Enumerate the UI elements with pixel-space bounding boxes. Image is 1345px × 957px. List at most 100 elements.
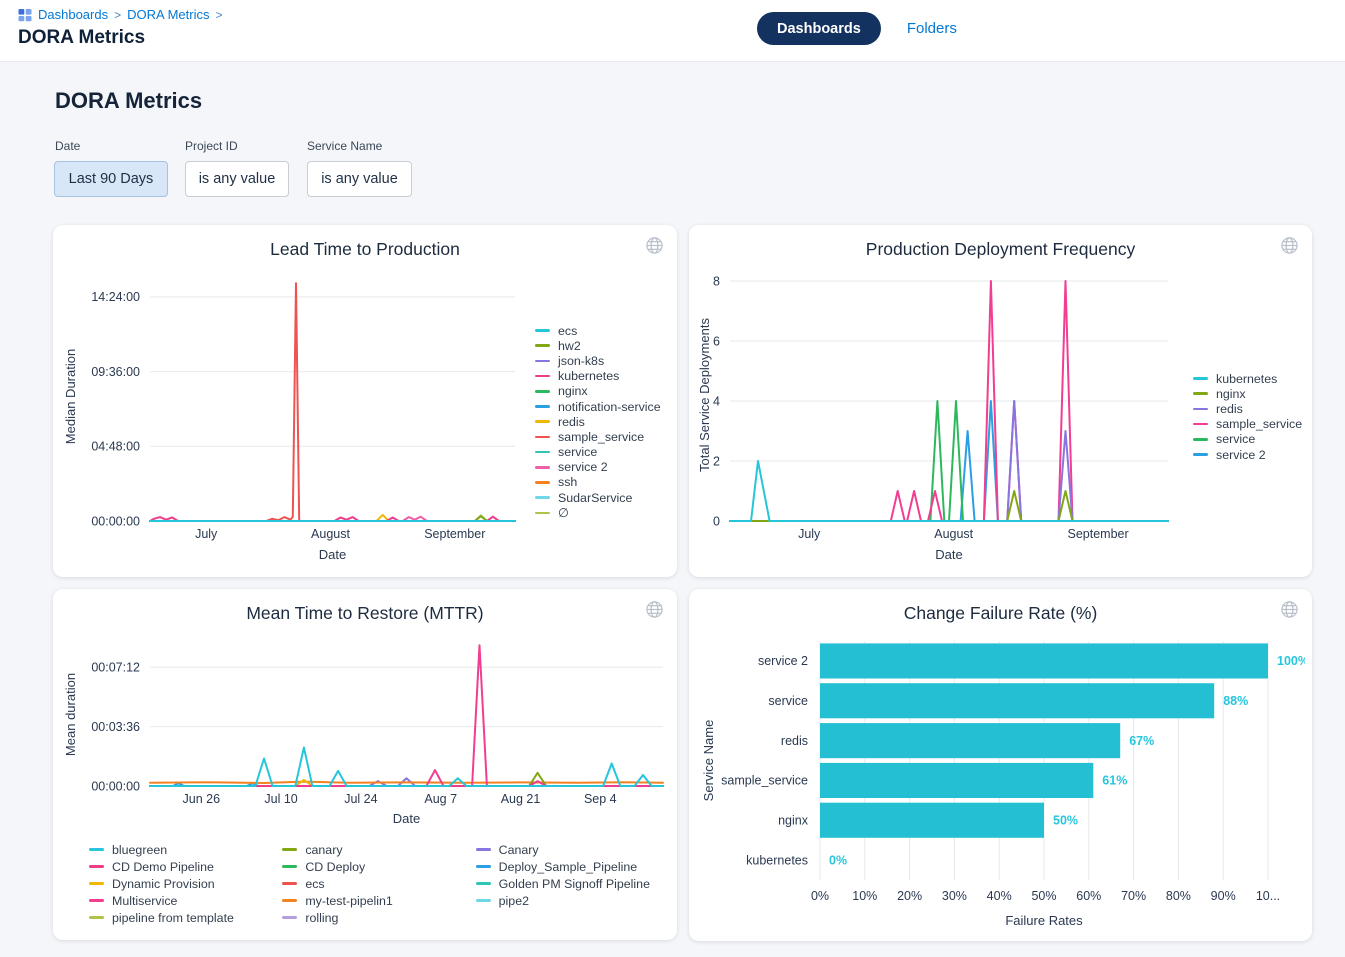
legend-label: sample_service bbox=[1216, 417, 1302, 431]
legend-swatch-icon bbox=[89, 848, 104, 851]
legend-item[interactable]: notification-service bbox=[535, 399, 661, 414]
legend-item[interactable]: sample_service bbox=[1193, 417, 1302, 432]
legend-label: nginx bbox=[1216, 387, 1246, 401]
legend-item[interactable]: kubernetes bbox=[1193, 371, 1302, 386]
svg-text:00:00:00: 00:00:00 bbox=[91, 779, 140, 793]
legend-label: SudarService bbox=[558, 491, 632, 505]
svg-text:Date: Date bbox=[319, 547, 346, 562]
svg-text:nginx: nginx bbox=[778, 814, 809, 828]
svg-text:Sep 4: Sep 4 bbox=[584, 792, 617, 806]
legend-item[interactable]: ssh bbox=[535, 475, 661, 490]
legend-label: hw2 bbox=[558, 339, 581, 353]
legend-swatch-icon bbox=[1193, 392, 1208, 395]
svg-text:service 2: service 2 bbox=[758, 654, 808, 668]
legend-item[interactable]: pipeline from template bbox=[89, 909, 279, 926]
globe-icon[interactable] bbox=[645, 236, 664, 260]
legend-label: bluegreen bbox=[112, 843, 167, 857]
legend-item[interactable]: Canary bbox=[476, 841, 666, 858]
svg-text:50%: 50% bbox=[1031, 889, 1056, 903]
legend-swatch-icon bbox=[282, 916, 297, 919]
legend-swatch-icon bbox=[89, 916, 104, 919]
change-failure-rate-chart[interactable]: 0%10%20%30%40%50%60%70%80%90%10...servic… bbox=[695, 635, 1305, 935]
svg-text:10%: 10% bbox=[852, 889, 877, 903]
breadcrumb: Dashboards > DORA Metrics > bbox=[18, 7, 222, 22]
legend-item[interactable]: sample_service bbox=[535, 429, 661, 444]
svg-text:6: 6 bbox=[713, 334, 720, 348]
svg-text:Median Duration: Median Duration bbox=[63, 349, 78, 444]
legend-item[interactable]: ecs bbox=[282, 875, 472, 892]
mttr-chart[interactable]: 00:00:0000:03:3600:07:12Jun 26Jul 10Jul … bbox=[61, 639, 673, 829]
deployment-frequency-chart[interactable]: 02468JulyAugustSeptemberDateTotal Servic… bbox=[695, 265, 1180, 565]
svg-text:August: August bbox=[311, 527, 350, 541]
svg-text:20%: 20% bbox=[897, 889, 922, 903]
svg-text:100%: 100% bbox=[1277, 654, 1305, 668]
svg-text:30%: 30% bbox=[942, 889, 967, 903]
legend-label: ecs bbox=[305, 877, 324, 891]
legend-item[interactable]: service bbox=[535, 445, 661, 460]
svg-text:Mean duration: Mean duration bbox=[63, 673, 78, 756]
legend-item[interactable]: Deploy_Sample_Pipeline bbox=[476, 858, 666, 875]
legend-item[interactable]: canary bbox=[282, 841, 472, 858]
legend-label: notification-service bbox=[558, 400, 661, 414]
svg-text:60%: 60% bbox=[1076, 889, 1101, 903]
legend-item[interactable]: ecs bbox=[535, 323, 661, 338]
legend-item[interactable]: pipe2 bbox=[476, 892, 666, 909]
legend-item[interactable]: Multiservice bbox=[89, 892, 279, 909]
svg-text:Jun 26: Jun 26 bbox=[183, 792, 221, 806]
svg-text:40%: 40% bbox=[987, 889, 1012, 903]
legend-item[interactable]: CD Deploy bbox=[282, 858, 472, 875]
svg-text:4: 4 bbox=[713, 394, 720, 408]
filter-project-id-button[interactable]: is any value bbox=[185, 161, 289, 197]
legend-item[interactable]: hw2 bbox=[535, 338, 661, 353]
legend-swatch-icon bbox=[535, 375, 550, 378]
globe-icon[interactable] bbox=[1280, 236, 1299, 260]
svg-text:Aug 21: Aug 21 bbox=[501, 792, 541, 806]
legend-label: Canary bbox=[499, 843, 539, 857]
svg-text:00:07:12: 00:07:12 bbox=[91, 661, 140, 675]
legend-item[interactable]: kubernetes bbox=[535, 369, 661, 384]
legend-item[interactable]: nginx bbox=[535, 384, 661, 399]
breadcrumb-link-dora-metrics[interactable]: DORA Metrics bbox=[127, 7, 209, 22]
legend-swatch-icon bbox=[535, 420, 550, 423]
legend-item[interactable]: Golden PM Signoff Pipeline bbox=[476, 875, 666, 892]
legend-item[interactable]: service bbox=[1193, 432, 1302, 447]
legend-label: pipe2 bbox=[499, 894, 529, 908]
legend-item[interactable]: SudarService bbox=[535, 490, 661, 505]
legend-item[interactable]: my-test-pipelin1 bbox=[282, 892, 472, 909]
lead-time-chart[interactable]: 00:00:0004:48:0009:36:0014:24:00JulyAugu… bbox=[61, 265, 531, 565]
legend-item[interactable]: bluegreen bbox=[89, 841, 279, 858]
legend-item[interactable]: CD Demo Pipeline bbox=[89, 858, 279, 875]
tab-folders[interactable]: Folders bbox=[907, 20, 957, 37]
top-header: Dashboards > DORA Metrics > DORA Metrics… bbox=[0, 0, 1345, 62]
svg-text:Total Service Deployments: Total Service Deployments bbox=[697, 318, 712, 472]
svg-text:61%: 61% bbox=[1102, 774, 1127, 788]
legend-item[interactable]: service 2 bbox=[1193, 447, 1302, 462]
legend-item[interactable]: Dynamic Provision bbox=[89, 875, 279, 892]
legend-item[interactable]: redis bbox=[1193, 401, 1302, 416]
svg-text:September: September bbox=[424, 527, 485, 541]
breadcrumb-link-dashboards[interactable]: Dashboards bbox=[38, 7, 108, 22]
globe-icon[interactable] bbox=[645, 600, 664, 624]
filter-service-name-button[interactable]: is any value bbox=[307, 161, 412, 197]
legend-swatch-icon bbox=[282, 848, 297, 851]
tab-dashboards[interactable]: Dashboards bbox=[757, 12, 881, 45]
legend-swatch-icon bbox=[535, 496, 550, 499]
legend-swatch-icon bbox=[1193, 377, 1208, 380]
legend-label: Dynamic Provision bbox=[112, 877, 215, 891]
legend-item[interactable]: redis bbox=[535, 414, 661, 429]
legend-label: ∅ bbox=[558, 505, 569, 520]
globe-icon[interactable] bbox=[1280, 600, 1299, 624]
legend-item[interactable]: ∅ bbox=[535, 505, 661, 520]
filter-project-id-label: Project ID bbox=[185, 139, 238, 153]
legend-label: json-k8s bbox=[558, 354, 604, 368]
legend-swatch-icon bbox=[535, 329, 550, 332]
svg-text:Service Name: Service Name bbox=[701, 720, 716, 802]
legend-swatch-icon bbox=[282, 899, 297, 902]
legend-item[interactable]: rolling bbox=[282, 909, 472, 926]
filter-date-label: Date bbox=[55, 139, 80, 153]
svg-text:67%: 67% bbox=[1129, 734, 1154, 748]
legend-item[interactable]: nginx bbox=[1193, 386, 1302, 401]
filter-date-button[interactable]: Last 90 Days bbox=[54, 161, 168, 197]
legend-item[interactable]: service 2 bbox=[535, 460, 661, 475]
legend-item[interactable]: json-k8s bbox=[535, 353, 661, 368]
